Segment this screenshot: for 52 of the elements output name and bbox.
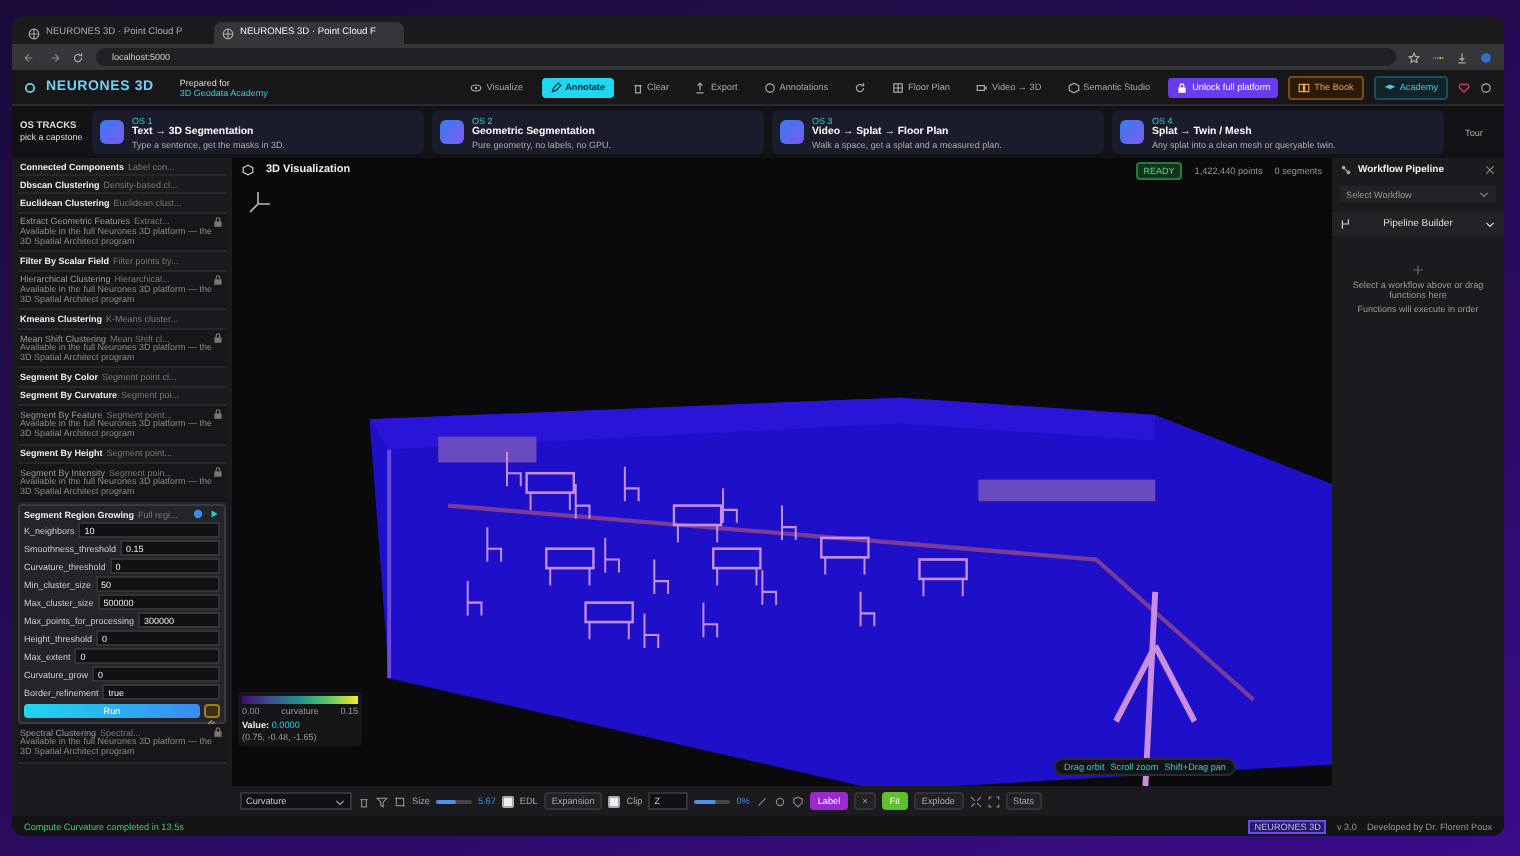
refresh-icon bbox=[854, 81, 867, 93]
cap-icon bbox=[1383, 81, 1396, 93]
book-icon bbox=[1298, 81, 1311, 93]
filter-icon bbox=[376, 795, 388, 807]
track-icon bbox=[780, 120, 804, 144]
target-icon bbox=[773, 795, 786, 807]
lock-icon bbox=[212, 466, 224, 479]
clip-checkbox[interactable] bbox=[608, 795, 621, 807]
branch-icon bbox=[1340, 218, 1352, 230]
edl-checkbox[interactable] bbox=[501, 795, 514, 807]
download-icon bbox=[1456, 51, 1468, 63]
profile-icon bbox=[1480, 51, 1492, 63]
colormap-bar bbox=[242, 695, 358, 703]
workflow-icon bbox=[1340, 164, 1352, 176]
measure-icon bbox=[755, 795, 768, 807]
close-icon bbox=[1484, 164, 1496, 176]
globe-icon bbox=[28, 27, 40, 39]
expand-icon bbox=[969, 795, 981, 807]
fullscreen-icon bbox=[987, 795, 999, 807]
track-icon bbox=[1120, 120, 1144, 144]
trash-icon bbox=[358, 795, 370, 807]
lock-icon bbox=[212, 216, 224, 229]
cube-icon bbox=[1067, 81, 1080, 93]
track-icon bbox=[440, 120, 464, 144]
track-icon bbox=[100, 120, 124, 144]
lock-icon bbox=[1176, 81, 1189, 93]
grid-icon bbox=[892, 81, 905, 93]
globe-icon bbox=[222, 27, 234, 39]
eye-icon bbox=[470, 81, 483, 93]
trash-icon bbox=[631, 81, 643, 93]
back-icon bbox=[24, 51, 36, 63]
lock-icon bbox=[212, 332, 224, 345]
lock-icon bbox=[212, 408, 224, 421]
pencil-icon bbox=[549, 81, 562, 93]
logo-icon bbox=[24, 81, 36, 93]
video-icon bbox=[975, 81, 988, 93]
info-icon bbox=[192, 508, 204, 521]
reload-icon bbox=[72, 51, 84, 63]
play-icon bbox=[208, 508, 220, 521]
chevron-down-icon bbox=[1484, 218, 1496, 230]
crop-icon bbox=[394, 795, 406, 807]
chevron-down-icon bbox=[1478, 188, 1490, 200]
heart-icon bbox=[1458, 81, 1470, 93]
lock-icon bbox=[212, 726, 224, 739]
axis-gizmo-icon bbox=[244, 190, 272, 218]
lock-icon bbox=[212, 274, 224, 287]
cube-icon bbox=[242, 164, 254, 176]
chevron-down-icon bbox=[334, 795, 346, 807]
forward-icon bbox=[48, 51, 60, 63]
shield-icon bbox=[791, 795, 804, 807]
star-icon bbox=[1408, 51, 1420, 63]
export-icon bbox=[694, 81, 707, 93]
